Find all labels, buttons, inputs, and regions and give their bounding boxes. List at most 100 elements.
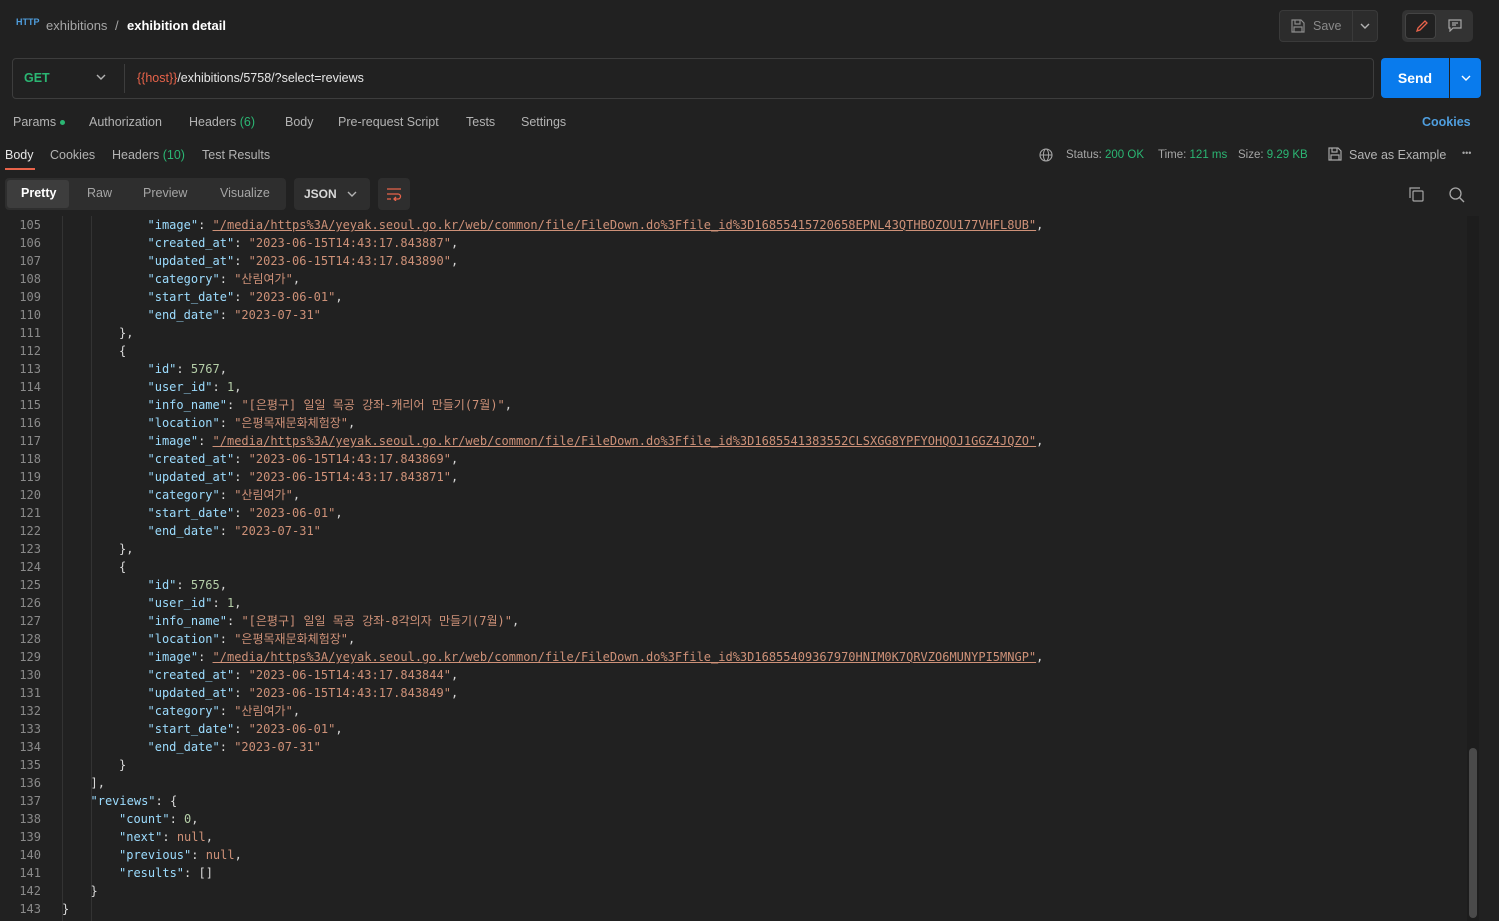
line-number: 135 — [19, 758, 41, 772]
code-line: 136], — [0, 774, 1466, 792]
code-text: "updated_at": "2023-06-15T14:43:17.84384… — [147, 686, 459, 700]
code-text: "category": "산림여가", — [147, 704, 301, 718]
line-number: 130 — [19, 668, 41, 682]
code-text: "image": "/media/https%3A/yeyak.seoul.go… — [147, 650, 1044, 664]
wrap-lines-button[interactable] — [378, 178, 410, 210]
code-text: "category": "산림여가", — [147, 272, 301, 286]
edit-mode-button[interactable] — [1405, 13, 1436, 39]
size-indicator[interactable]: Size: 9.29 KB — [1238, 149, 1308, 161]
code-line: 123}, — [0, 540, 1466, 558]
tab-pre-request-script[interactable]: Pre-request Script — [338, 115, 439, 129]
line-number: 143 — [19, 902, 41, 916]
method-chevron-down-icon[interactable] — [96, 74, 106, 81]
format-select[interactable]: JSON — [294, 178, 370, 210]
more-options-icon[interactable]: ••• — [1462, 148, 1471, 158]
code-line: 112 { — [0, 342, 1466, 360]
code-text: "image": "/media/https%3A/yeyak.seoul.go… — [147, 434, 1044, 448]
code-text: "end_date": "2023-07-31" — [147, 524, 321, 538]
line-number: 140 — [19, 848, 41, 862]
code-line: 141 "results": [] — [0, 864, 1466, 882]
view-tab-visualize[interactable]: Visualize — [220, 186, 270, 200]
code-text: "next": null, — [119, 830, 213, 844]
search-icon[interactable] — [1449, 187, 1465, 203]
code-text: "created_at": "2023-06-15T14:43:17.84386… — [147, 452, 459, 466]
code-text: "end_date": "2023-07-31" — [147, 740, 321, 754]
code-line: 131 "updated_at": "2023-06-15T14:43:17.84… — [0, 684, 1466, 702]
code-line: 118 "created_at": "2023-06-15T14:43:17.84… — [0, 450, 1466, 468]
code-line: 114 "user_id": 1, — [0, 378, 1466, 396]
code-text: "results": [] — [119, 866, 213, 880]
code-text: "previous": null, — [119, 848, 242, 862]
response-body-code[interactable]: 105 "image": "/media/https%3A/yeyak.seoul… — [0, 216, 1466, 921]
code-text: } — [90, 884, 98, 898]
comment-icon — [1448, 19, 1462, 32]
line-number: 131 — [19, 686, 41, 700]
response-tab-body[interactable]: Body — [5, 148, 34, 162]
send-dropdown-button[interactable] — [1450, 58, 1481, 98]
code-text: "info_name": "[은평구] 일일 목공 강좌-8각의자 만들기(7월… — [147, 614, 520, 628]
line-number: 113 — [19, 362, 41, 376]
chevron-down-icon — [1461, 75, 1470, 81]
code-text: "user_id": 1, — [147, 380, 242, 394]
line-number: 138 — [19, 812, 41, 826]
view-tab-raw[interactable]: Raw — [87, 186, 112, 200]
breadcrumb-parent[interactable]: exhibitions — [46, 18, 107, 33]
line-number: 124 — [19, 560, 41, 574]
tab-headers[interactable]: Headers (6) — [189, 115, 255, 129]
code-line: 128 "location": "은평목재문화체험장", — [0, 630, 1466, 648]
save-icon — [1291, 19, 1305, 33]
send-button[interactable]: Send — [1381, 58, 1449, 98]
line-number: 114 — [19, 380, 41, 394]
code-text: } — [119, 758, 127, 772]
code-line: 138 "count": 0, — [0, 810, 1466, 828]
code-line: 130 "created_at": "2023-06-15T14:43:17.84… — [0, 666, 1466, 684]
line-number: 108 — [19, 272, 41, 286]
headers-count: (6) — [239, 115, 256, 129]
code-line: 122 "end_date": "2023-07-31" — [0, 522, 1466, 540]
tab-body[interactable]: Body — [285, 115, 314, 129]
code-text: "start_date": "2023-06-01", — [147, 290, 343, 304]
cookies-link[interactable]: Cookies — [1422, 115, 1471, 129]
globe-icon[interactable] — [1039, 148, 1053, 162]
code-line: 134 "end_date": "2023-07-31" — [0, 738, 1466, 756]
line-number: 132 — [19, 704, 41, 718]
tab-tests[interactable]: Tests — [466, 115, 495, 129]
line-number: 127 — [19, 614, 41, 628]
code-line: 140 "previous": null, — [0, 846, 1466, 864]
status-indicator[interactable]: Status: 200 OK — [1066, 149, 1144, 161]
code-text: "count": 0, — [119, 812, 199, 826]
page-title[interactable]: exhibition detail — [127, 18, 226, 33]
response-tab-headers[interactable]: Headers (10) — [112, 148, 185, 162]
pencil-icon — [1415, 20, 1428, 33]
tab-authorization[interactable]: Authorization — [89, 115, 162, 129]
code-line: 110 "end_date": "2023-07-31" — [0, 306, 1466, 324]
code-text: "created_at": "2023-06-15T14:43:17.84388… — [147, 236, 459, 250]
code-text: "updated_at": "2023-06-15T14:43:17.84389… — [147, 254, 459, 268]
code-line: 117 "image": "/media/https%3A/yeyak.seoul… — [0, 432, 1466, 450]
response-tab-cookies[interactable]: Cookies — [50, 148, 95, 162]
tab-params[interactable]: Params — [13, 115, 66, 129]
code-line: 115 "info_name": "[은평구] 일일 목공 강좌-캐리어 만들기(… — [0, 396, 1466, 414]
view-tab-preview[interactable]: Preview — [143, 186, 187, 200]
method-select[interactable]: GET — [24, 71, 50, 85]
time-indicator[interactable]: Time: 121 ms — [1158, 149, 1227, 161]
code-line: 106 "created_at": "2023-06-15T14:43:17.84… — [0, 234, 1466, 252]
line-number: 111 — [19, 326, 41, 340]
code-line: 113 "id": 5767, — [0, 360, 1466, 378]
code-line: 143} — [0, 900, 1466, 918]
code-line: 133 "start_date": "2023-06-01", — [0, 720, 1466, 738]
line-number: 117 — [19, 434, 41, 448]
tab-settings[interactable]: Settings — [521, 115, 566, 129]
url-input[interactable]: {{host}}/exhibitions/5758/?select=review… — [137, 71, 364, 85]
save-dropdown-button[interactable] — [1353, 10, 1378, 42]
comments-mode-button[interactable] — [1440, 13, 1470, 39]
code-line: 119 "updated_at": "2023-06-15T14:43:17.84… — [0, 468, 1466, 486]
code-line: 111}, — [0, 324, 1466, 342]
response-tab-test-results[interactable]: Test Results — [202, 148, 270, 162]
line-number: 133 — [19, 722, 41, 736]
code-text: "location": "은평목재문화체험장", — [147, 632, 356, 646]
copy-icon[interactable] — [1409, 187, 1424, 202]
view-tab-pretty[interactable]: Pretty — [21, 186, 56, 200]
save-button[interactable]: Save — [1279, 10, 1353, 42]
scrollbar-thumb[interactable] — [1469, 748, 1477, 918]
